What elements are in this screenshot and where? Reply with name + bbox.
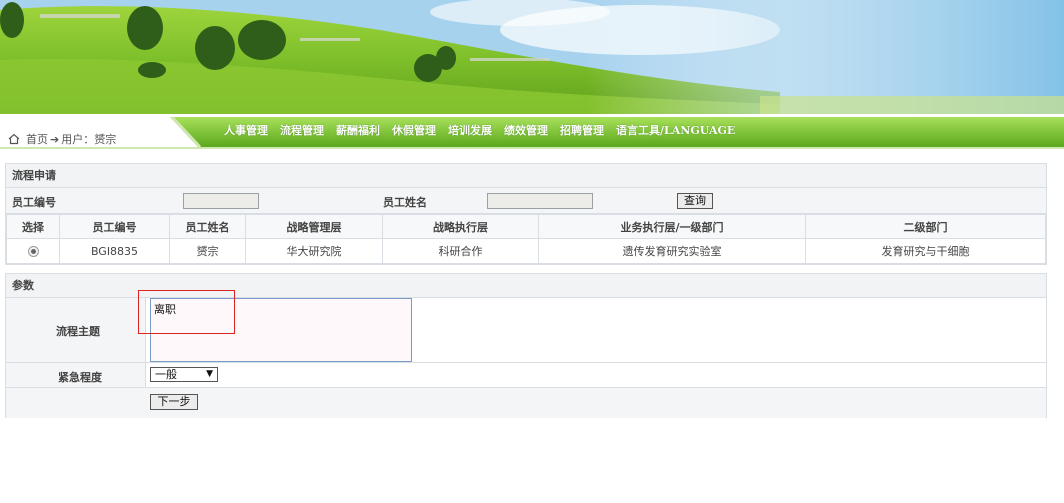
col-strategy-exec: 战略执行层	[382, 214, 539, 239]
employee-name-input[interactable]	[487, 193, 593, 209]
subject-label: 流程主题	[56, 325, 100, 338]
header-banner	[0, 0, 1064, 114]
select-cell	[6, 238, 60, 264]
breadcrumb-user-name: 赟宗	[94, 133, 117, 146]
breadcrumb-user-label: 用户：	[61, 133, 95, 146]
query-button[interactable]: 查询	[677, 193, 713, 209]
nav-item-performance[interactable]: 绩效管理	[498, 122, 554, 140]
breadcrumb-arrow-icon: ➔	[50, 132, 60, 146]
nav-item-training[interactable]: 培训发展	[442, 122, 498, 140]
main-nav: 人事管理 流程管理 薪酬福利 休假管理 培训发展 绩效管理 招聘管理 语言工具/…	[218, 122, 741, 140]
cell-strategy-mgmt: 华大研究院	[245, 238, 383, 264]
cell-dept1: 遗传发育研究实验室	[538, 238, 806, 264]
subject-textarea[interactable]: 离职	[150, 298, 412, 362]
breadcrumb-home[interactable]: 首页	[26, 131, 48, 147]
nav-item-process[interactable]: 流程管理	[274, 122, 330, 140]
employee-id-input[interactable]	[183, 193, 259, 209]
landscape-banner-image	[0, 0, 1064, 114]
nav-item-leave[interactable]: 休假管理	[386, 122, 442, 140]
employee-id-label: 员工编号	[12, 196, 56, 209]
col-employee-id: 员工编号	[59, 214, 170, 239]
urgency-selected-value: 一般	[155, 368, 177, 381]
search-row: 员工编号 员工姓名 查询	[6, 188, 1046, 214]
col-dept2: 二级部门	[805, 214, 1046, 239]
col-select: 选择	[6, 214, 60, 239]
table-header-row: 选择 员工编号 员工姓名 战略管理层 战略执行层 业务执行层/一级部门 二级部门	[6, 214, 1046, 239]
urgency-label: 紧急程度	[58, 371, 102, 384]
table-row[interactable]: BGI8835 赟宗 华大研究院 科研合作 遗传发育研究实验室 发育研究与干细胞	[6, 238, 1046, 264]
col-dept1: 业务执行层/一级部门	[538, 214, 806, 239]
col-strategy-mgmt: 战略管理层	[245, 214, 383, 239]
home-icon[interactable]	[8, 133, 20, 145]
process-title: 流程申请	[6, 164, 1046, 188]
select-radio[interactable]	[27, 246, 39, 257]
nav-item-recruitment[interactable]: 招聘管理	[554, 122, 610, 140]
nav-item-hr[interactable]: 人事管理	[218, 122, 274, 140]
breadcrumb: 首页 ➔ 用户： 赟宗	[8, 131, 116, 147]
urgency-select[interactable]: 一般 ▼	[150, 367, 218, 382]
cell-employee-name: 赟宗	[169, 238, 246, 264]
nav-item-language[interactable]: 语言工具/LANGUAGE	[610, 122, 741, 140]
urgency-row: 紧急程度 一般 ▼	[6, 363, 1046, 388]
employee-table: 选择 员工编号 员工姓名 战略管理层 战略执行层 业务执行层/一级部门 二级部门…	[6, 214, 1046, 264]
dropdown-caret-icon: ▼	[206, 369, 213, 379]
params-panel: 参数 流程主题 离职 紧急程度 一般 ▼ 下一步	[5, 273, 1047, 418]
cell-employee-id: BGI8835	[59, 238, 170, 264]
params-title: 参数	[6, 274, 1046, 298]
cell-strategy-exec: 科研合作	[382, 238, 539, 264]
process-panel: 流程申请 员工编号 员工姓名 查询 选择 员工编号 员工姓名 战略管理层 战略执…	[5, 163, 1047, 265]
employee-name-label: 员工姓名	[383, 196, 427, 209]
next-step-button[interactable]: 下一步	[150, 394, 198, 410]
next-row: 下一步	[6, 388, 1046, 418]
nav-item-salary[interactable]: 薪酬福利	[330, 122, 386, 140]
cell-dept2: 发育研究与干细胞	[805, 238, 1046, 264]
col-employee-name: 员工姓名	[169, 214, 246, 239]
subject-row: 流程主题 离职	[6, 298, 1046, 363]
